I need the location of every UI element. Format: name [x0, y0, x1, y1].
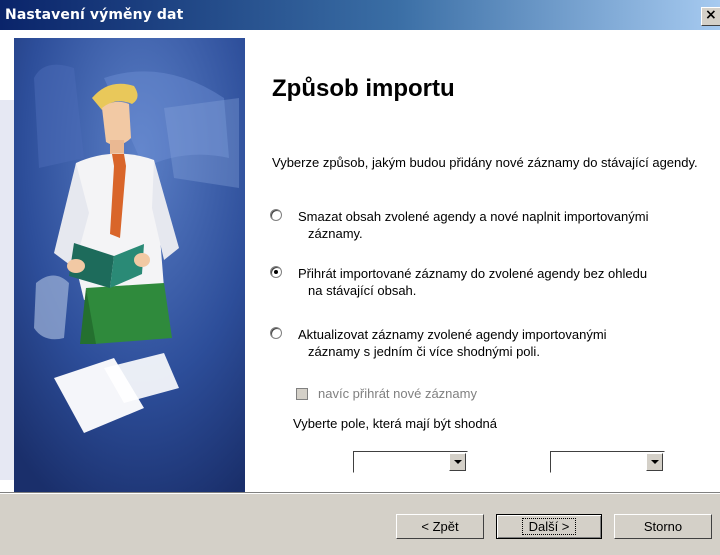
radio-append[interactable] [270, 266, 282, 278]
append-new-records-label: navíc přihrát nové záznamy [318, 386, 477, 401]
chevron-down-icon[interactable] [449, 453, 466, 471]
option-label-line2: záznamy. [308, 226, 363, 241]
back-button-label: < Zpět [421, 519, 459, 534]
option-label-line1: Smazat obsah zvolené agendy a nové napln… [298, 209, 649, 224]
content-panel: Způsob importu Vyberze způsob, jakým bud… [245, 30, 720, 492]
match-field-combo-1[interactable] [353, 451, 468, 473]
next-button[interactable]: Další > [496, 514, 602, 539]
cancel-button[interactable]: Storno [614, 514, 712, 539]
radio-delete-and-fill[interactable] [270, 209, 282, 221]
match-fields-label: Vyberte pole, která mají být shodná [293, 416, 498, 431]
close-icon: × [705, 7, 717, 23]
append-new-records-checkbox[interactable] [296, 388, 308, 400]
button-bar: < Zpět Další > Storno [0, 492, 720, 555]
chevron-down-icon[interactable] [646, 453, 663, 471]
window-title: Nastavení výměny dat [5, 7, 184, 23]
wizard-illustration [14, 38, 245, 493]
next-button-label: Další > [521, 518, 577, 535]
option-label-line2: na stávající obsah. [308, 283, 417, 298]
description-text: Vyberze způsob, jakým budou přidány nové… [272, 155, 698, 170]
option-label-line1: Aktualizovat záznamy zvolené agendy impo… [298, 327, 607, 342]
dialog-window: Nastavení výměny dat × Způsob importu Vy… [0, 0, 720, 555]
match-field-combo-2[interactable] [550, 451, 665, 473]
option-label-line2: záznamy s jedním či více shodnými poli. [308, 344, 540, 359]
page-title: Způsob importu [272, 75, 455, 102]
cancel-button-label: Storno [643, 519, 683, 534]
side-stripe [0, 100, 14, 480]
divider [0, 492, 720, 494]
close-button[interactable]: × [701, 7, 720, 26]
title-bar[interactable]: Nastavení výměny dat × [0, 0, 720, 30]
radio-update[interactable] [270, 327, 282, 339]
option-label-line1: Přihrát importované záznamy do zvolené a… [298, 266, 648, 281]
back-button[interactable]: < Zpět [396, 514, 484, 539]
